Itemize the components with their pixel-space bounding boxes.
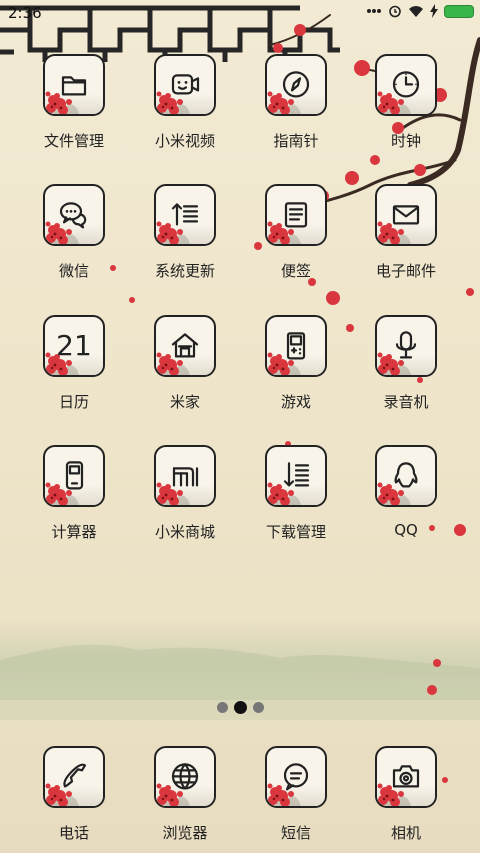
app-camera[interactable]: 相机 [351,746,461,853]
message-icon [280,760,312,792]
app-phone[interactable]: 电话 [19,746,129,853]
wifi-icon [408,5,424,18]
app-label: 浏览器 [162,824,208,842]
app-tile[interactable] [154,54,216,116]
notes-icon [280,198,312,230]
camera-icon [390,760,422,792]
app-message[interactable]: 短信 [241,746,351,853]
app-label: 下载管理 [265,523,326,541]
mail-icon [390,198,422,230]
calendar-icon: 21 [56,329,92,362]
app-download[interactable]: 下载管理 [241,445,351,555]
app-tile[interactable] [154,184,216,246]
app-tile[interactable] [265,445,327,507]
home-icon [169,329,201,361]
app-microphone[interactable]: 录音机 [351,315,461,425]
app-qq-penguin[interactable]: QQ [351,445,461,555]
update-icon [169,198,201,230]
app-tile[interactable] [265,184,327,246]
app-calendar[interactable]: 21 日历 [19,315,129,425]
app-tile[interactable] [265,54,327,116]
compass-icon [280,68,312,100]
battery-icon [444,4,474,18]
download-icon [280,459,312,491]
charging-icon [430,4,438,18]
app-tile[interactable] [43,445,105,507]
app-label: 录音机 [383,393,429,411]
app-label: 日历 [58,393,89,411]
app-label: 微信 [58,262,89,280]
app-mi-store[interactable]: 小米商城 [130,445,240,555]
app-video-camera[interactable]: 小米视频 [130,54,240,164]
app-tile[interactable] [154,315,216,377]
app-tile[interactable] [265,315,327,377]
globe-icon [169,760,201,792]
app-label: 指南针 [273,132,319,150]
app-tile[interactable] [154,746,216,808]
app-tile[interactable] [43,746,105,808]
folder-icon [58,68,90,100]
page-indicator[interactable] [0,700,480,714]
chat-bubbles-icon [58,198,90,230]
app-clock[interactable]: 时钟 [351,54,461,164]
page-dot[interactable] [252,701,264,713]
app-update[interactable]: 系统更新 [130,184,240,294]
app-compass[interactable]: 指南针 [241,54,351,164]
app-tile[interactable] [375,54,437,116]
app-tile[interactable] [154,445,216,507]
status-bar: 2:36 [0,0,480,26]
status-time: 2:36 [8,4,42,22]
app-gamepad[interactable]: 游戏 [241,315,351,425]
app-label: 电话 [58,824,89,842]
calculator-icon [58,459,90,491]
app-calculator[interactable]: 计算器 [19,445,129,555]
microphone-icon [390,329,422,361]
app-label: 小米商城 [154,523,215,541]
app-label: 文件管理 [43,132,104,150]
app-label: 短信 [280,824,311,842]
app-home[interactable]: 米家 [130,315,240,425]
app-tile[interactable] [43,54,105,116]
app-label: 便签 [280,262,311,280]
app-label: 游戏 [280,393,311,411]
app-folder[interactable]: 文件管理 [19,54,129,164]
page-dot[interactable] [216,701,228,713]
clock-icon [390,68,422,100]
app-tile[interactable] [265,746,327,808]
video-camera-icon [169,68,201,100]
app-mail[interactable]: 电子邮件 [351,184,461,294]
page-dot-current[interactable] [233,700,247,714]
status-icons [366,4,474,18]
app-label: 电子邮件 [375,262,436,280]
app-tile[interactable] [375,746,437,808]
app-label: 米家 [169,393,200,411]
alarm-icon [388,4,402,18]
app-label: 计算器 [51,523,97,541]
app-tile[interactable] [375,315,437,377]
app-label: 小米视频 [154,132,215,150]
calendar-date-number: 21 [56,328,92,362]
gamepad-icon [280,329,312,361]
mi-store-icon [169,459,201,491]
app-label: 系统更新 [154,262,215,280]
signal-dots-icon [366,5,382,17]
app-tile[interactable] [375,445,437,507]
app-tile[interactable] [375,184,437,246]
app-tile[interactable]: 21 [43,315,105,377]
app-label: 时钟 [390,132,421,150]
qq-penguin-icon [390,459,422,491]
app-notes[interactable]: 便签 [241,184,351,294]
app-chat-bubbles[interactable]: 微信 [19,184,129,294]
app-tile[interactable] [43,184,105,246]
phone-icon [58,760,90,792]
app-label: QQ [394,521,418,539]
app-globe[interactable]: 浏览器 [130,746,240,853]
app-label: 相机 [390,824,421,842]
